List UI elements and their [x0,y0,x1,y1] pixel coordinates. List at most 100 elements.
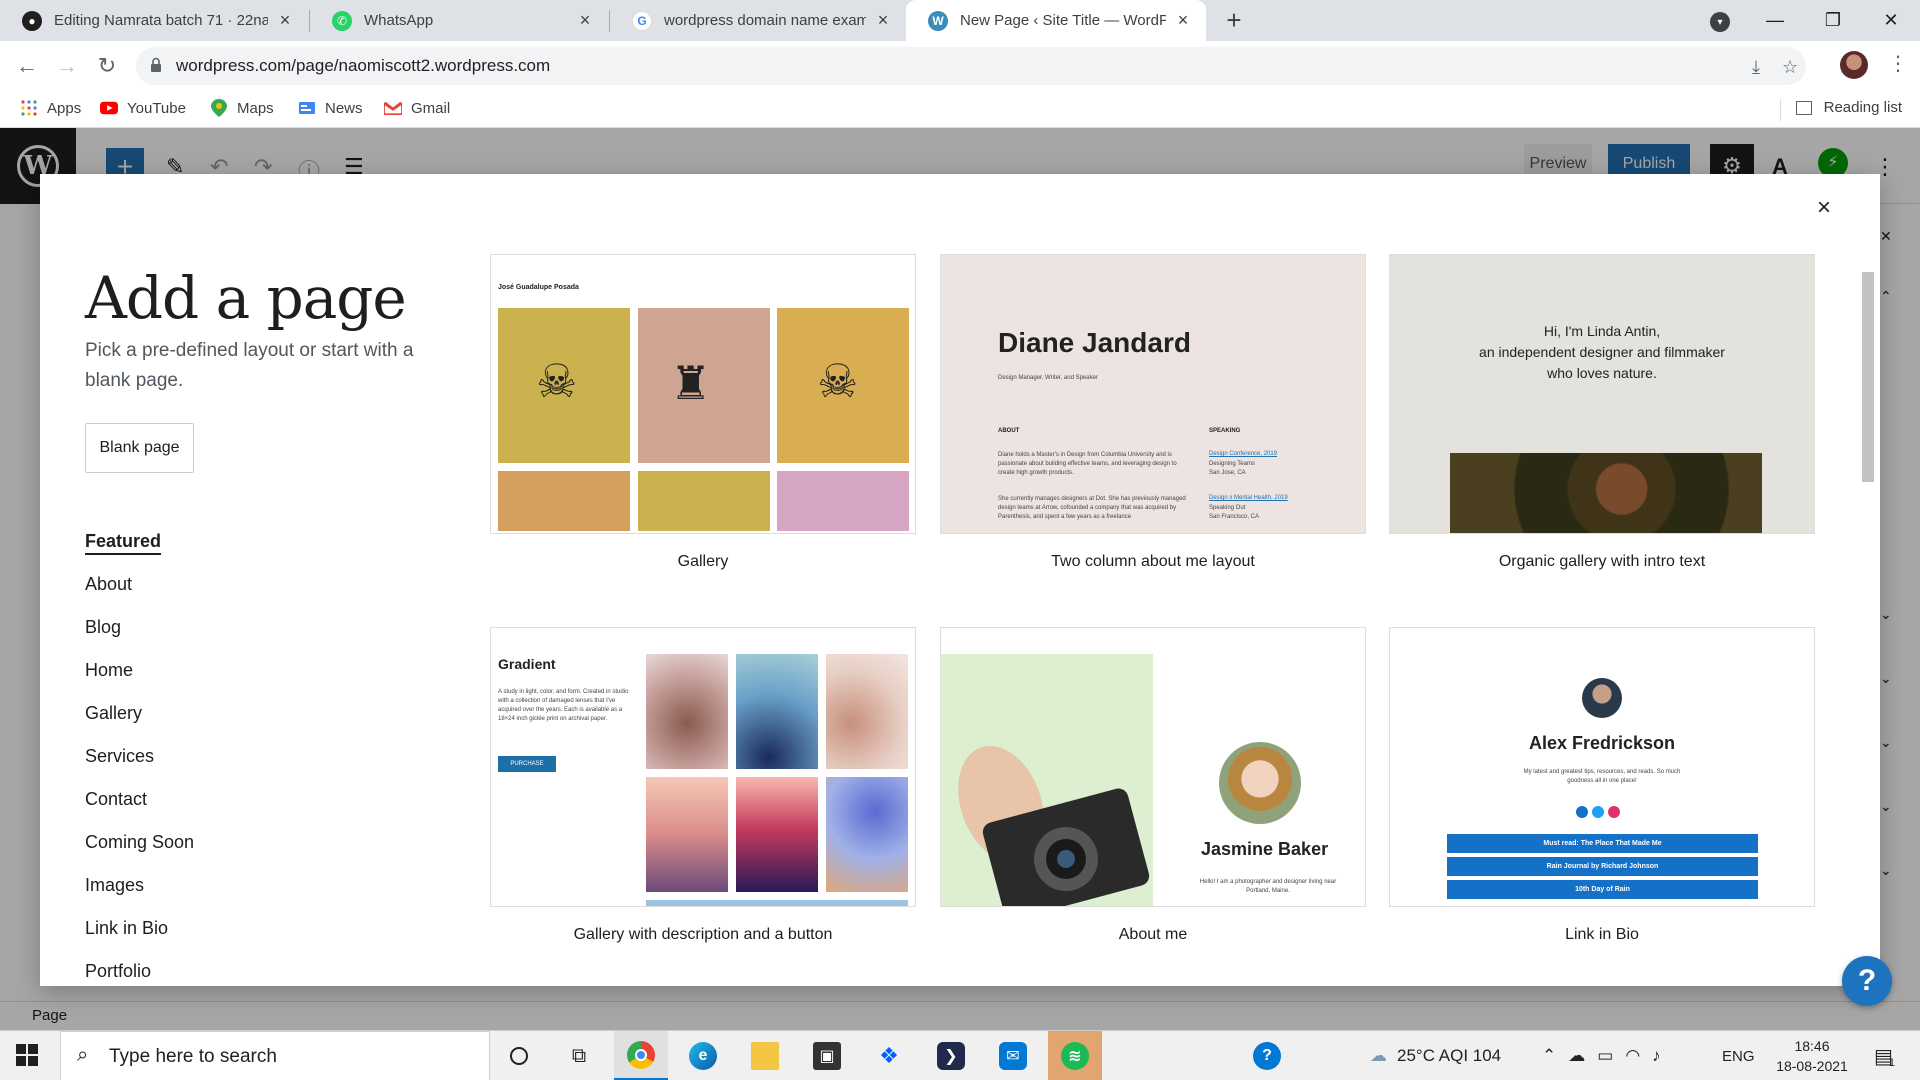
category-featured[interactable]: Featured [85,528,194,571]
mail-icon[interactable]: ✉ [986,1031,1040,1080]
bookmark-maps[interactable]: Maps [210,99,274,117]
layout-card-gallery-description[interactable]: Gradient A study in light, color, and fo… [490,627,916,944]
layout-preview-organic-gallery[interactable]: Hi, I'm Linda Antin, an independent desi… [1389,254,1815,534]
back-icon[interactable]: ← [14,53,40,79]
tab-whatsapp[interactable]: ✆ WhatsApp × [310,0,608,41]
close-tab-icon[interactable]: × [276,10,294,31]
forward-icon[interactable]: → [54,53,80,79]
address-bar[interactable]: wordpress.com/page/naomiscott2.wordpress… [136,47,1806,85]
maximize-icon[interactable]: ❐ [1804,0,1862,41]
weather-widget[interactable]: ☁ 25°C AQI 104 [1370,1031,1501,1080]
bookmark-gmail[interactable]: Gmail [384,99,450,117]
thumb-bio-link: Must read: The Place That Made Me [1447,834,1758,853]
skeleton-figure-icon: ☠ [536,355,578,407]
category-services[interactable]: Services [85,743,194,786]
layout-card-about-me[interactable]: Jasmine Baker Hello! I am a photographer… [940,627,1366,944]
tab-github[interactable]: ● Editing Namrata batch 71 · 22na × [0,0,308,41]
close-tab-icon[interactable]: × [576,10,594,31]
layout-caption: Gallery [677,553,729,570]
onedrive-cloud-icon[interactable]: ☁ [1568,1046,1585,1066]
reading-list-button[interactable]: Reading list [1795,99,1902,116]
thumb-about-text: Diane holds a Master's in Design from Co… [998,452,1177,476]
category-list: Featured About Blog Home Gallery Service… [85,528,194,986]
bookmark-youtube[interactable]: YouTube [100,99,186,117]
modal-scrollbar-thumb[interactable] [1862,272,1874,482]
reload-icon[interactable]: ↻ [94,53,120,79]
help-tips-icon[interactable]: ? [1240,1031,1294,1080]
category-link-in-bio[interactable]: Link in Bio [85,915,194,958]
layout-caption: Gallery with description and a button [573,926,833,943]
thumb-diane-name: Diane Jandard [998,327,1191,358]
edge-taskbar-icon[interactable]: e [676,1031,730,1080]
dropbox-icon[interactable]: ❖ [862,1031,916,1080]
category-about[interactable]: About [85,571,194,614]
language-indicator[interactable]: ENG [1722,1031,1755,1080]
wifi-icon[interactable]: ◠ [1625,1046,1640,1066]
store-icon[interactable]: ▣ [800,1031,854,1080]
tab-search-icon[interactable]: ▾ [1710,12,1730,32]
taskbar-search-box[interactable]: ⌕ Type here to search [60,1031,490,1080]
category-portfolio[interactable]: Portfolio [85,958,194,986]
clock[interactable]: 18:46 18-08-2021 [1770,1036,1854,1076]
category-gallery[interactable]: Gallery [85,700,194,743]
window-close-icon[interactable]: ✕ [1862,0,1920,41]
jasmine-avatar [1219,742,1301,824]
tab-google-search[interactable]: G wordpress domain name example × [610,0,906,41]
install-icon[interactable]: ⤓ [1752,57,1760,78]
modal-title: Add a page [85,264,407,332]
tab-wordpress[interactable]: W New Page ‹ Site Title — WordPre × [906,0,1206,41]
category-home[interactable]: Home [85,657,194,700]
layout-caption: About me [1118,926,1188,943]
cortana-icon[interactable] [492,1031,546,1080]
lock-icon[interactable] [150,57,162,73]
windows-start-icon[interactable] [16,1044,38,1066]
layout-preview-gallery[interactable]: José Guadalupe Posada ☠ ♜ ☠ [490,254,916,534]
profile-avatar[interactable] [1840,51,1868,79]
youtube-icon [100,99,118,117]
battery-icon[interactable]: ▭ [1597,1046,1613,1066]
gallery-tile: ☠ [777,308,909,463]
layout-card-organic-gallery[interactable]: Hi, I'm Linda Antin, an independent desi… [1389,254,1815,571]
chrome-taskbar-icon[interactable] [614,1031,668,1080]
category-contact[interactable]: Contact [85,786,194,829]
tray-icons: ⌃ ☁ ▭ ◠ ♪ [1542,1031,1673,1080]
layout-preview-gallery-description[interactable]: Gradient A study in light, color, and fo… [490,627,916,907]
powershell-icon[interactable]: ❯ [924,1031,978,1080]
close-tab-icon[interactable]: × [1174,10,1192,31]
browser-menu-icon[interactable]: ⋮ [1888,51,1908,76]
category-images[interactable]: Images [85,872,194,915]
bookmark-apps[interactable]: Apps [20,99,81,117]
help-button[interactable]: ? [1842,956,1892,1006]
category-blog[interactable]: Blog [85,614,194,657]
layout-card-gallery[interactable]: José Guadalupe Posada ☠ ♜ ☠ Gallery [490,254,916,571]
gradient-tile [646,654,728,769]
search-icon: ⌕ [77,1044,89,1066]
bookmark-news[interactable]: News [298,99,363,117]
file-explorer-icon[interactable] [738,1031,792,1080]
layout-preview-two-column-about[interactable]: Diane Jandard Design Manager, Writer, an… [940,254,1366,534]
thumb-bio-link: Rain Journal by Richard Johnson [1447,857,1758,876]
thumb-gradient-title: Gradient [498,656,556,672]
new-tab-button[interactable]: + [1221,6,1247,34]
category-coming-soon[interactable]: Coming Soon [85,829,194,872]
thumb-talk-meta: Speaking Out San Francisco, CA [1209,505,1260,520]
layout-preview-link-in-bio[interactable]: Alex Fredrickson My latest and greatest … [1389,627,1815,907]
notification-center-icon[interactable]: ▤ 1 [1874,1031,1895,1080]
bookmark-star-icon[interactable]: ☆ [1782,57,1798,78]
minimize-icon[interactable]: — [1746,0,1804,41]
blank-page-button[interactable]: Blank page [85,423,194,473]
thumb-jasmine-name: Jasmine Baker [1201,839,1329,859]
modal-close-icon[interactable]: × [1812,196,1836,220]
layout-card-two-column-about[interactable]: Diane Jandard Design Manager, Writer, an… [940,254,1366,571]
layout-card-link-in-bio[interactable]: Alex Fredrickson My latest and greatest … [1389,627,1815,944]
spotify-icon[interactable]: ≋ [1048,1031,1102,1080]
close-tab-icon[interactable]: × [874,10,892,31]
weather-cloud-icon: ☁ [1370,1046,1387,1065]
add-page-modal: × Add a page Pick a pre-defined layout o… [40,174,1880,986]
url-text[interactable]: wordpress.com/page/naomiscott2.wordpress… [176,56,550,76]
volume-icon[interactable]: ♪ [1652,1046,1661,1066]
chevron-up-icon[interactable]: ⌃ [1542,1046,1556,1066]
gradient-tile [736,654,818,769]
task-view-icon[interactable]: ⧉ [552,1031,606,1080]
layout-preview-about-me[interactable]: Jasmine Baker Hello! I am a photographer… [940,627,1366,907]
